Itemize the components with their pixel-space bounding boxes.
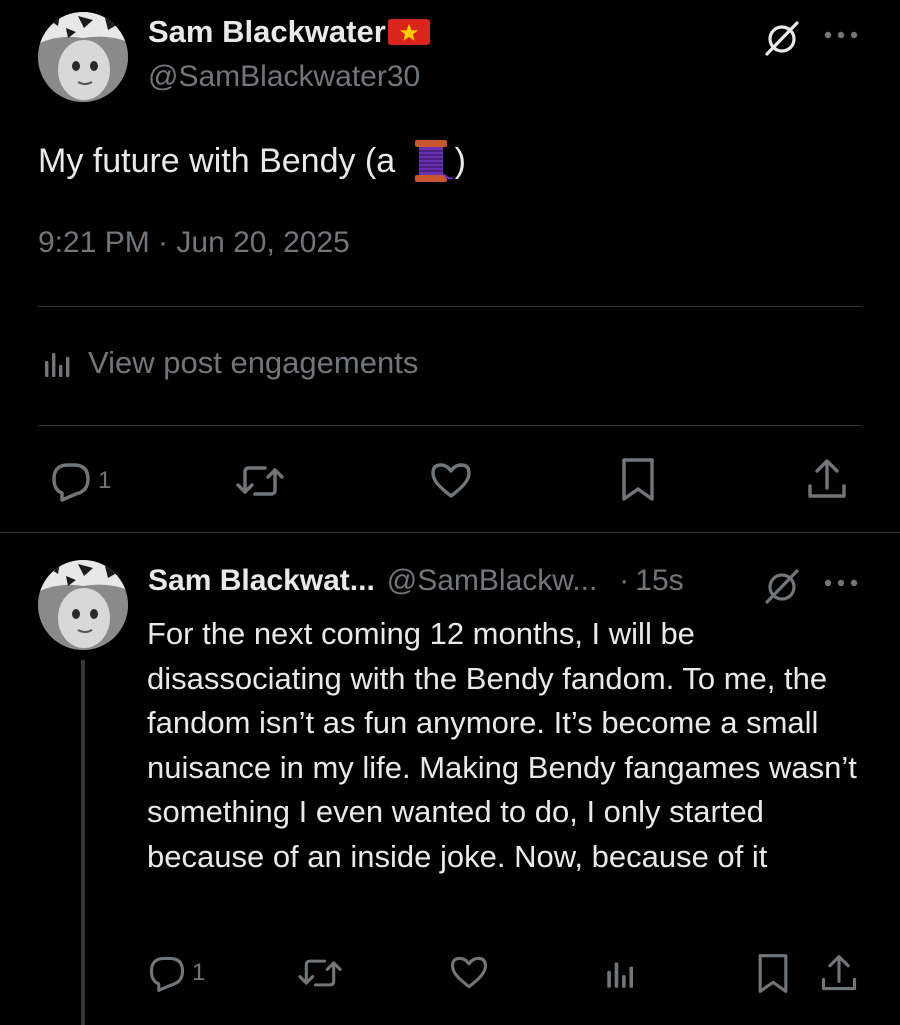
view-engagements-label: View post engagements (88, 345, 419, 380)
like-icon (448, 952, 490, 994)
reply-author-name[interactable]: Sam Blackwat... (148, 564, 375, 598)
like-button[interactable] (448, 952, 490, 994)
reply-timestamp[interactable]: 15s (635, 564, 683, 598)
author-name-text: Sam Blackwater (148, 14, 386, 49)
divider (38, 425, 862, 426)
grok-icon[interactable] (762, 18, 802, 58)
bookmark-icon (618, 456, 658, 504)
reply-author-avatar[interactable] (38, 560, 128, 650)
reply-icon (146, 952, 188, 994)
bookmark-button[interactable] (754, 952, 792, 996)
post-text: My future with Bendy (a ) (38, 138, 466, 184)
like-button[interactable] (428, 458, 474, 504)
analytics-icon (602, 952, 640, 994)
reply-button[interactable]: 1 (146, 952, 205, 994)
reply-author-handle[interactable]: @SamBlackw... (387, 564, 598, 598)
reply-separator: · (619, 564, 630, 597)
divider (0, 532, 900, 533)
author-name[interactable]: Sam Blackwater (148, 14, 430, 50)
grok-icon[interactable] (762, 566, 802, 606)
repost-button[interactable] (235, 458, 285, 504)
reply-text: For the next coming 12 months, I will be… (147, 616, 857, 874)
post-text-part1: My future with Bendy (a (38, 141, 405, 180)
bookmark-button[interactable] (618, 456, 658, 504)
thread-line (81, 660, 85, 1025)
share-icon (818, 952, 860, 996)
post-text-part2: ) (454, 141, 466, 180)
reply-count: 1 (192, 959, 206, 986)
author-handle[interactable]: @SamBlackwater30 (148, 60, 420, 94)
view-engagements-link[interactable]: View post engagements (40, 345, 418, 381)
reply-count: 1 (98, 467, 112, 494)
share-button[interactable] (818, 952, 860, 996)
more-options-icon[interactable] (818, 18, 864, 52)
repost-icon (297, 952, 343, 994)
post-timestamp[interactable]: 9:21 PM · Jun 20, 2025 (38, 226, 350, 260)
repost-button[interactable] (297, 952, 343, 994)
analytics-icon (40, 345, 76, 381)
reply-icon (48, 458, 94, 504)
like-icon (428, 458, 474, 504)
bookmark-icon (754, 952, 792, 996)
reply-header: Sam Blackwat... @SamBlackw... · 15s (148, 564, 684, 598)
share-button[interactable] (804, 456, 850, 504)
share-icon (804, 456, 850, 504)
more-options-icon[interactable] (818, 566, 864, 600)
author-avatar[interactable] (38, 12, 128, 102)
repost-icon (235, 458, 285, 504)
flag-icon (387, 19, 430, 45)
reply-button[interactable]: 1 (48, 458, 111, 504)
divider (38, 306, 862, 307)
spool-of-thread-emoji (409, 138, 453, 184)
views-button[interactable] (602, 952, 640, 994)
